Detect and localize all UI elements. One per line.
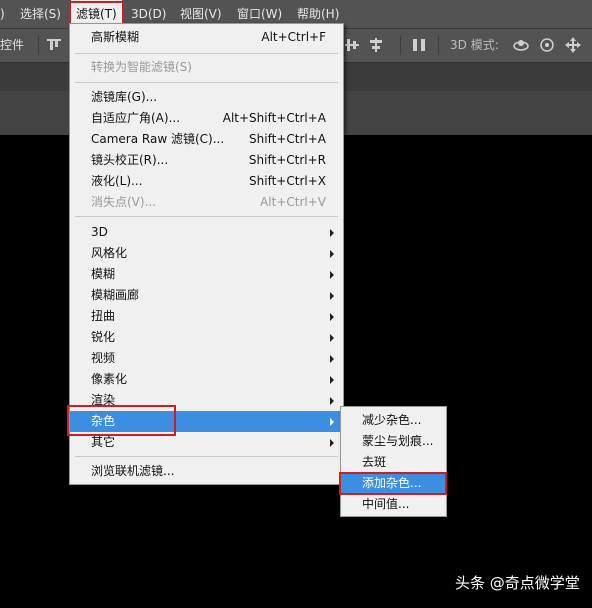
menu-item-label: 锐化 [91,330,116,344]
align-vertical-center-icon[interactable] [343,36,361,54]
submenu-item-despeckle[interactable]: 去斑 [341,452,446,473]
menu-item-label: 其它 [91,435,116,449]
menu-item-label: 高斯模糊 [91,30,140,44]
submenu-item-median[interactable]: 中间值... [341,494,446,515]
separator [400,36,401,55]
noise-submenu: 减少杂色... 蒙尘与划痕... 去斑 添加杂色... 中间值... [340,406,447,517]
3d-pan-icon[interactable] [564,36,582,54]
menu-item-shortcut: Shift+Ctrl+R [248,153,326,167]
menu-item-label: 杂色 [91,414,116,428]
menu-item-render[interactable]: 渲染 [70,390,343,411]
submenu-item-add-noise[interactable]: 添加杂色... [341,473,446,494]
menu-item-sharpen[interactable]: 锐化 [70,327,343,348]
menu-item-filter-gallery[interactable]: 滤镜库(G)... [70,87,343,108]
menu-item-label: 模糊画廊 [91,288,140,302]
menu-item-noise[interactable]: 杂色 [70,411,343,432]
menu-item-label: 模糊 [91,267,116,281]
submenu-arrow-icon [330,313,334,321]
menu-item-label: 液化(L)... [91,174,143,188]
submenu-item-label: 去斑 [362,455,387,469]
menu-item-label: 扭曲 [91,309,116,323]
menu-item-gaussian-blur[interactable]: 高斯模糊 Alt+Ctrl+F [70,27,343,48]
menu-item-label: 镜头校正(R)... [91,153,169,167]
align-top-icon[interactable] [45,36,63,54]
menu-item-label: 滤镜库(G)... [91,90,158,104]
submenu-item-label: 蒙尘与划痕... [362,434,434,448]
submenu-arrow-icon [330,418,334,426]
menu-item-blur[interactable]: 模糊 [70,264,343,285]
menu-item-3d[interactable]: 3D [70,222,343,243]
submenu-arrow-icon [330,229,334,237]
menu-item-adaptive-wide-angle[interactable]: 自适应广角(A)... Alt+Shift+Ctrl+A [70,108,343,129]
menu-item-shortcut: Alt+Ctrl+V [260,195,326,209]
menu-item-label: 自适应广角(A)... [91,111,181,125]
menu-separator [75,456,338,457]
menu-item-label: 浏览联机滤镜... [91,464,175,478]
menu-item-camera-raw[interactable]: Camera Raw 滤镜(C)... Shift+Ctrl+A [70,129,343,150]
separator [38,36,39,55]
separator [438,36,439,55]
submenu-arrow-icon [330,271,334,279]
submenu-item-reduce-noise[interactable]: 减少杂色... [341,410,446,431]
controls-label: 控件 [0,38,25,52]
submenu-item-label: 中间值... [362,497,410,511]
distribute-icon[interactable] [410,36,428,54]
menu-item-lens-correction[interactable]: 镜头校正(R)... Shift+Ctrl+R [70,150,343,171]
submenu-arrow-icon [330,250,334,258]
submenu-arrow-icon [330,334,334,342]
3d-mode-label: 3D 模式: [450,38,499,52]
submenu-arrow-icon [330,355,334,363]
menu-item-label: 风格化 [91,246,128,260]
menu-item-label: 像素化 [91,372,128,386]
menu-item-shortcut: Alt+Ctrl+F [261,30,326,44]
menu-item-pixelate[interactable]: 像素化 [70,369,343,390]
menu-item-blur-gallery[interactable]: 模糊画廊 [70,285,343,306]
align-horizontal-center-icon[interactable] [367,36,385,54]
menu-item-distort[interactable]: 扭曲 [70,306,343,327]
3d-orbit-icon[interactable] [512,36,530,54]
menu-separator [75,53,338,54]
menu-item-vanishing-point[interactable]: 消失点(V)... Alt+Ctrl+V [70,192,343,213]
menu-item-label: 转换为智能滤镜(S) [91,60,192,74]
submenu-arrow-icon [330,292,334,300]
menu-item-browse-online-filters[interactable]: 浏览联机滤镜... [70,461,343,482]
submenu-arrow-icon [330,376,334,384]
submenu-item-label: 添加杂色... [362,476,422,490]
submenu-item-dust-scratches[interactable]: 蒙尘与划痕... [341,431,446,452]
submenu-arrow-icon [330,439,334,447]
menu-separator [75,216,338,217]
watermark: 头条 @奇点微学堂 [455,574,580,592]
3d-roll-icon[interactable] [538,36,556,54]
menu-item-shortcut: Shift+Ctrl+X [249,174,326,188]
menu-partial[interactable]: ) [0,0,5,28]
submenu-item-label: 减少杂色... [362,413,422,427]
menu-separator [75,82,338,83]
menu-item-liquify[interactable]: 液化(L)... Shift+Ctrl+X [70,171,343,192]
menu-select[interactable]: 选择(S) [20,0,61,28]
menu-item-shortcut: Shift+Ctrl+A [249,132,326,146]
menu-item-other[interactable]: 其它 [70,432,343,453]
menu-item-label: 3D [91,225,108,239]
menu-item-label: 渲染 [91,393,116,407]
menu-item-stylize[interactable]: 风格化 [70,243,343,264]
filter-dropdown-menu: 高斯模糊 Alt+Ctrl+F 转换为智能滤镜(S) 滤镜库(G)... 自适应… [69,23,344,485]
menu-item-label: 消失点(V)... [91,195,157,209]
submenu-arrow-icon [330,397,334,405]
menu-item-shortcut: Alt+Shift+Ctrl+A [222,111,326,125]
menu-item-video[interactable]: 视频 [70,348,343,369]
menu-item-convert-smart-filter[interactable]: 转换为智能滤镜(S) [70,57,343,78]
menu-item-label: 视频 [91,351,116,365]
menu-item-label: Camera Raw 滤镜(C)... [91,132,225,146]
